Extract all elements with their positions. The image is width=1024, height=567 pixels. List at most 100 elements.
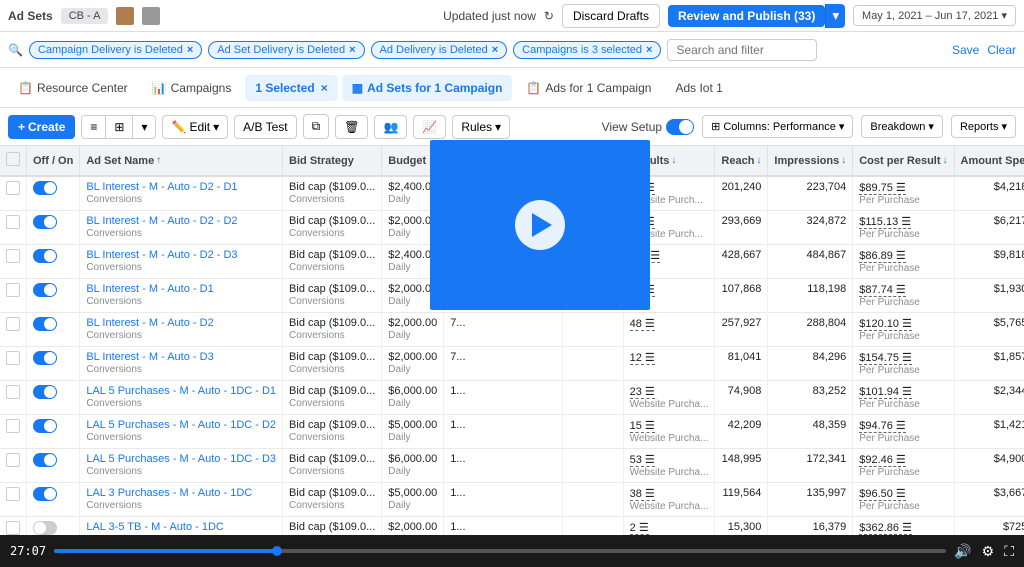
review-more-button[interactable]: ▾ xyxy=(825,4,845,28)
row-name-link-6[interactable]: LAL 5 Purchases - M - Auto - 1DC - D1 xyxy=(86,385,276,397)
table-row: LAL 3-5 TB - M - Auto - 1DC Conversions … xyxy=(0,517,1024,536)
col-cpr[interactable]: Cost per Result ↓ xyxy=(853,146,954,176)
filter-chip-2[interactable]: Ad Set Delivery is Deleted × xyxy=(208,41,364,59)
filter-chip-4[interactable]: Campaigns is 3 selected × xyxy=(513,41,661,59)
row-checkbox-4[interactable] xyxy=(6,317,20,331)
row-toggle-switch-6[interactable] xyxy=(33,385,57,399)
tab-campaigns[interactable]: 📊 Campaigns xyxy=(142,75,242,101)
fullscreen-icon[interactable]: ⛶ xyxy=(1004,543,1014,560)
columns-button[interactable]: ⊞ Columns: Performance ▾ xyxy=(702,115,853,138)
filter-chip-1[interactable]: Campaign Delivery is Deleted × xyxy=(29,41,202,59)
row-checkbox-2[interactable] xyxy=(6,249,20,263)
row-cpr-2: $86.89 ☰ Per Purchase xyxy=(853,245,954,279)
row-checkbox-0[interactable] xyxy=(6,181,20,195)
row-toggle-switch-9[interactable] xyxy=(33,487,57,501)
table-row: BL Interest - M - Auto - D3 Conversions … xyxy=(0,347,1024,381)
tab-ad-sets[interactable]: ▦ Ad Sets for 1 Campaign xyxy=(342,75,513,101)
filter-remove-4[interactable]: × xyxy=(646,44,652,56)
search-input[interactable] xyxy=(667,39,817,61)
row-toggle-switch-2[interactable] xyxy=(33,249,57,263)
table-row: BL Interest - M - Auto - D2 Conversions … xyxy=(0,313,1024,347)
create-button[interactable]: + Create xyxy=(8,115,75,139)
progress-bar[interactable] xyxy=(54,549,946,553)
row-name-link-7[interactable]: LAL 5 Purchases - M - Auto - 1DC - D2 xyxy=(86,419,276,431)
row-name-link-2[interactable]: BL Interest - M - Auto - D2 - D3 xyxy=(86,249,237,261)
reports-button[interactable]: Reports ▾ xyxy=(951,115,1016,138)
row-toggle-switch-0[interactable] xyxy=(33,181,57,195)
list-view-button[interactable]: ≡ xyxy=(82,116,106,138)
date-range[interactable]: May 1, 2021 – Jun 17, 2021 ▾ xyxy=(853,5,1016,26)
chevron-down-button[interactable]: ▾ xyxy=(133,116,155,138)
row-reach-6: 74,908 xyxy=(715,381,768,415)
row-check-9 xyxy=(0,483,27,517)
volume-icon[interactable]: 🔊 xyxy=(954,543,971,560)
view-setup-toggle[interactable] xyxy=(666,119,694,135)
discard-drafts-button[interactable]: Discard Drafts xyxy=(562,4,660,28)
filter-remove-3[interactable]: × xyxy=(492,44,498,56)
row-toggle-switch-7[interactable] xyxy=(33,419,57,433)
row-bid-1: Bid cap ($109.0...Conversions xyxy=(283,211,382,245)
review-publish-button[interactable]: Review and Publish (33) xyxy=(668,5,825,27)
audience-button[interactable]: 👥 xyxy=(374,115,407,139)
row-toggle-switch-3[interactable] xyxy=(33,283,57,297)
row-name-link-5[interactable]: BL Interest - M - Auto - D3 xyxy=(86,351,213,363)
save-link[interactable]: Save xyxy=(952,43,979,57)
tab-1-selected-close[interactable]: × xyxy=(321,81,328,95)
play-button[interactable] xyxy=(515,200,565,250)
row-name-5: BL Interest - M - Auto - D3 Conversions xyxy=(80,347,283,381)
clear-link[interactable]: Clear xyxy=(987,43,1016,57)
row-toggle-switch-10[interactable] xyxy=(33,521,57,535)
row-toggle-switch-5[interactable] xyxy=(33,351,57,365)
edit-button[interactable]: ✏️ Edit ▾ xyxy=(162,115,228,139)
tab-ads[interactable]: 📋 Ads for 1 Campaign xyxy=(516,75,661,101)
tab-ads-iot[interactable]: Ads Iot 1 xyxy=(665,75,732,101)
row-checkbox-9[interactable] xyxy=(6,487,20,501)
chart-button[interactable]: 📈 xyxy=(413,115,446,139)
duplicate-button[interactable]: ⧉ xyxy=(303,114,330,139)
select-all-checkbox[interactable] xyxy=(6,152,20,166)
col-spent[interactable]: Amount Spent ↓ xyxy=(954,146,1024,176)
row-name-link-9[interactable]: LAL 3 Purchases - M - Auto - 1DC xyxy=(86,487,252,499)
col-reach[interactable]: Reach ↓ xyxy=(715,146,768,176)
video-overlay[interactable] xyxy=(430,140,650,310)
row-name-link-10[interactable]: LAL 3-5 TB - M - Auto - 1DC xyxy=(86,521,224,533)
row-reach-5: 81,041 xyxy=(715,347,768,381)
row-name-link-4[interactable]: BL Interest - M - Auto - D2 xyxy=(86,317,213,329)
refresh-icon[interactable]: ↻ xyxy=(544,9,554,23)
tab-1-selected[interactable]: 1 Selected × xyxy=(245,75,337,101)
filter-remove-2[interactable]: × xyxy=(349,44,355,56)
row-checkbox-1[interactable] xyxy=(6,215,20,229)
row-toggle-switch-1[interactable] xyxy=(33,215,57,229)
row-name-link-8[interactable]: LAL 5 Purchases - M - Auto - 1DC - D3 xyxy=(86,453,276,465)
row-toggle-5 xyxy=(27,347,80,381)
row-toggle-switch-8[interactable] xyxy=(33,453,57,467)
rules-button[interactable]: Rules ▾ xyxy=(452,115,510,139)
row-reach-2: 428,667 xyxy=(715,245,768,279)
filter-chip-3[interactable]: Ad Delivery is Deleted × xyxy=(371,41,508,59)
delete-button[interactable]: 🗑 xyxy=(335,115,368,139)
row-name-link-3[interactable]: BL Interest - M - Auto - D1 xyxy=(86,283,213,295)
row-checkbox-3[interactable] xyxy=(6,283,20,297)
row-checkbox-5[interactable] xyxy=(6,351,20,365)
row-checkbox-10[interactable] xyxy=(6,521,20,535)
row-cpr-1: $115.13 ☰ Per Purchase xyxy=(853,211,954,245)
row-bid-sub-9: Conversions xyxy=(86,500,142,511)
view-setup-label: View Setup xyxy=(602,120,663,134)
row-checkbox-8[interactable] xyxy=(6,453,20,467)
filter-remove-1[interactable]: × xyxy=(187,44,193,56)
breakdown-button[interactable]: Breakdown ▾ xyxy=(861,115,943,138)
row-toggle-switch-4[interactable] xyxy=(33,317,57,331)
row-cpr-5: $154.75 ☰ Per Purchase xyxy=(853,347,954,381)
settings-icon[interactable]: ⚙ xyxy=(982,543,995,560)
row-checkbox-7[interactable] xyxy=(6,419,20,433)
col-name[interactable]: Ad Set Name ↑ xyxy=(80,146,283,176)
row-check-10 xyxy=(0,517,27,536)
row-name-link-1[interactable]: BL Interest - M - Auto - D2 - D2 xyxy=(86,215,237,227)
tab-resource-center[interactable]: 📋 Resource Center xyxy=(8,75,138,101)
row-bid-2: Bid cap ($109.0...Conversions xyxy=(283,245,382,279)
col-impressions[interactable]: Impressions ↓ xyxy=(768,146,853,176)
grid-view-button[interactable]: ⊞ xyxy=(106,116,133,138)
ab-test-button[interactable]: A/B Test xyxy=(234,115,296,139)
row-name-link-0[interactable]: BL Interest - M - Auto - D2 - D1 xyxy=(86,181,237,193)
row-checkbox-6[interactable] xyxy=(6,385,20,399)
